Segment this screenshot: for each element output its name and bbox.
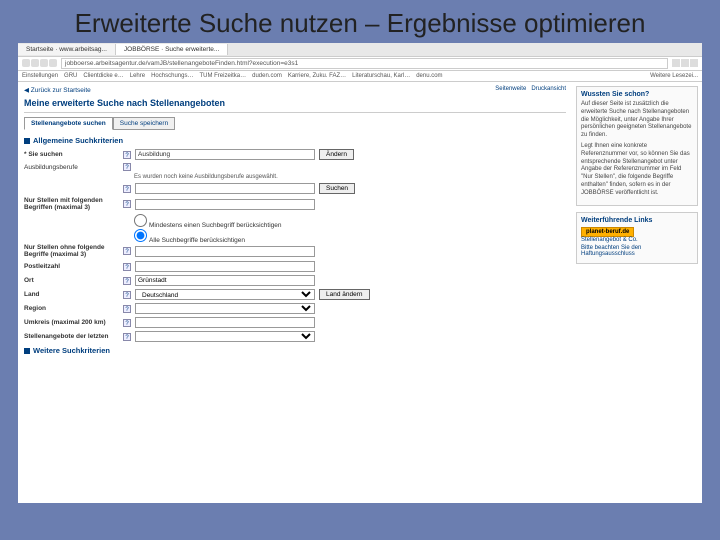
- label-land: Land: [24, 291, 119, 298]
- sidebar-link[interactable]: Bitte beachten Sie den Haftungsausschlus…: [581, 245, 693, 257]
- label-sie-suchen: * Sie suchen: [24, 151, 119, 158]
- address-bar: jobboerse.arbeitsagentur.de/vamJB/stelle…: [18, 57, 702, 71]
- bookmark-more[interactable]: Weitere Lesezei...: [650, 73, 698, 79]
- bookmark[interactable]: Hochschungs…: [151, 73, 193, 79]
- row-empty: ? Suchen: [24, 183, 566, 194]
- help-icon[interactable]: ?: [123, 263, 131, 271]
- help-icon[interactable]: ?: [123, 291, 131, 299]
- bookmark[interactable]: TUM Freizeitka…: [199, 73, 246, 79]
- btn-aendern[interactable]: Ändern: [319, 149, 354, 160]
- url-field[interactable]: jobboerse.arbeitsagentur.de/vamJB/stelle…: [61, 58, 668, 69]
- bookmark[interactable]: Clientdicke e…: [83, 73, 123, 79]
- bookmark[interactable]: Lehre: [130, 73, 145, 79]
- info-ausbildungsberufe: Es wurden noch keine Ausbildungsberufe a…: [134, 174, 566, 180]
- sidebar-text: Legt Ihnen eine konkrete Referenznummer …: [581, 143, 693, 198]
- bookmark[interactable]: Literaturschau, Karl…: [352, 73, 410, 79]
- btn-suchen[interactable]: Suchen: [319, 183, 355, 194]
- row-land: Land ? Deutschland Land ändern: [24, 289, 566, 300]
- bookmark[interactable]: GRU: [64, 73, 77, 79]
- browser-window: Startseite · www.arbeitsag... JOBBÖRSE ·…: [18, 43, 702, 503]
- row-plz: Postleitzahl ?: [24, 261, 566, 272]
- input-plz[interactable]: [135, 261, 315, 272]
- radio-group: Mindestens einen Suchbegriff berücksicht…: [134, 214, 566, 244]
- bookmarks-bar: Einstellungen GRU Clientdicke e… Lehre H…: [18, 71, 702, 82]
- bookmark[interactable]: Karriere, Zuku. FAZ…: [288, 73, 346, 79]
- label-nur-mit: Nur Stellen mit folgenden Begriffen (max…: [24, 197, 119, 211]
- top-links: Seitenweite Druckansicht: [495, 86, 566, 92]
- row-ort: Ort ?: [24, 275, 566, 286]
- sidebar: Wussten Sie schon? Auf dieser Seite ist …: [572, 82, 702, 503]
- planet-beruf-logo[interactable]: planet-beruf.de: [581, 227, 634, 237]
- browser-tabs: Startseite · www.arbeitsag... JOBBÖRSE ·…: [18, 43, 702, 57]
- btn-land-aendern[interactable]: Land ändern: [319, 289, 370, 300]
- row-umkreis: Umkreis (maximal 200 km) ?: [24, 317, 566, 328]
- label-ausbildungsberufe: Ausbildungsberufe: [24, 164, 119, 171]
- tab-jobboerse[interactable]: JOBBÖRSE · Suche erweiterte...: [116, 44, 228, 55]
- help-icon[interactable]: ?: [123, 151, 131, 159]
- bookmark[interactable]: denu.com: [416, 73, 442, 79]
- label-ort: Ort: [24, 277, 119, 284]
- sidebar-link[interactable]: Stellenangebot & Co.: [581, 237, 693, 243]
- row-nur-ohne: Nur Stellen ohne folgende Begriffe (maxi…: [24, 244, 566, 258]
- input-sie-suchen: Ausbildung: [135, 149, 315, 160]
- sidebar-links: Weiterführende Links planet-beruf.de Ste…: [576, 212, 698, 264]
- label-region: Region: [24, 305, 119, 312]
- nav-buttons[interactable]: [22, 59, 58, 69]
- row-letzte: Stellenangebote der letzten ?: [24, 331, 566, 342]
- select-letzte[interactable]: [135, 331, 315, 342]
- sidebar-wussten-sie: Wussten Sie schon? Auf dieser Seite ist …: [576, 86, 698, 206]
- form-tabs: Stellenangebote suchen Suche speichern: [24, 117, 566, 130]
- radio-min-einen[interactable]: [134, 214, 147, 227]
- section-allgemeine: Allgemeine Suchkriterien: [24, 136, 566, 145]
- select-region[interactable]: [135, 303, 315, 314]
- input-nur-mit[interactable]: [135, 199, 315, 210]
- section-weitere: Weitere Suchkriterien: [24, 346, 566, 355]
- help-icon[interactable]: ?: [123, 185, 131, 193]
- help-icon[interactable]: ?: [123, 163, 131, 171]
- label-letzte: Stellenangebote der letzten: [24, 333, 119, 340]
- page-title: Meine erweiterte Suche nach Stellenangeb…: [24, 94, 566, 113]
- back-link[interactable]: ◀ Zurück zur Startseite: [24, 86, 566, 94]
- slide-title: Erweiterte Suche nutzen – Ergebnisse opt…: [0, 0, 720, 43]
- sidebar-box-title: Weiterführende Links: [581, 217, 693, 224]
- help-icon[interactable]: ?: [123, 305, 131, 313]
- tab-suchen[interactable]: Stellenangebote suchen: [24, 117, 113, 130]
- browser-tools[interactable]: [671, 59, 698, 69]
- main-column: Seitenweite Druckansicht ◀ Zurück zur St…: [18, 82, 572, 503]
- help-icon[interactable]: ?: [123, 319, 131, 327]
- input-nur-ohne[interactable]: [135, 246, 315, 257]
- input-umkreis[interactable]: [135, 317, 315, 328]
- bookmark[interactable]: Einstellungen: [22, 73, 58, 79]
- row-region: Region ?: [24, 303, 566, 314]
- help-icon[interactable]: ?: [123, 200, 131, 208]
- label-nur-ohne: Nur Stellen ohne folgende Begriffe (maxi…: [24, 244, 119, 258]
- label-umkreis: Umkreis (maximal 200 km): [24, 319, 119, 326]
- help-icon[interactable]: ?: [123, 333, 131, 341]
- row-sie-suchen: * Sie suchen ? Ausbildung Ändern: [24, 149, 566, 160]
- page-body: Seitenweite Druckansicht ◀ Zurück zur St…: [18, 82, 702, 503]
- help-icon[interactable]: ?: [123, 247, 131, 255]
- bookmark[interactable]: duden.com: [252, 73, 282, 79]
- row-ausbildungsberufe: Ausbildungsberufe ?: [24, 163, 566, 171]
- input-empty[interactable]: [135, 183, 315, 194]
- sidebar-text: Auf dieser Seite ist zusätzlich die erwe…: [581, 101, 693, 140]
- tab-startseite[interactable]: Startseite · www.arbeitsag...: [18, 44, 116, 55]
- link-druckansicht[interactable]: Druckansicht: [531, 86, 566, 92]
- row-nur-mit: Nur Stellen mit folgenden Begriffen (max…: [24, 197, 566, 211]
- input-ort[interactable]: [135, 275, 315, 286]
- radio-alle[interactable]: [134, 229, 147, 242]
- link-seitenweite[interactable]: Seitenweite: [495, 86, 526, 92]
- tab-speichern[interactable]: Suche speichern: [113, 117, 175, 130]
- help-icon[interactable]: ?: [123, 277, 131, 285]
- label-plz: Postleitzahl: [24, 263, 119, 270]
- sidebar-box-title: Wussten Sie schon?: [581, 91, 693, 98]
- select-land[interactable]: Deutschland: [135, 289, 315, 300]
